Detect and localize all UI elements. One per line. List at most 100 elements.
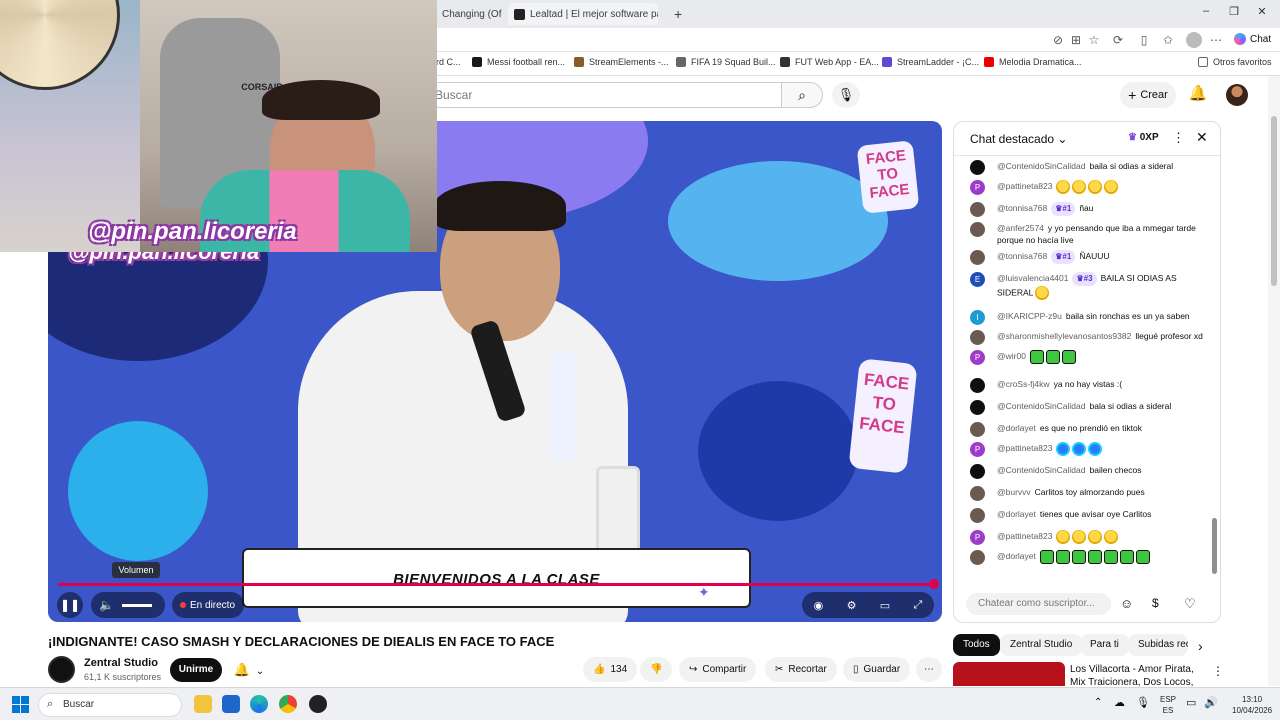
chat-avatar[interactable] bbox=[970, 550, 985, 565]
autoplay-toggle-icon[interactable]: ◉ bbox=[814, 599, 824, 612]
chat-input[interactable]: Chatear como suscriptor... bbox=[966, 593, 1111, 615]
chat-message[interactable]: @ContenidoSinCalidad baila si odias a sid… bbox=[970, 160, 1206, 175]
chat-message[interactable]: @croSs-fj4kw ya no hay vistas :( bbox=[970, 378, 1206, 393]
other-bookmarks[interactable]: Otros favoritos bbox=[1198, 57, 1272, 67]
chip-for-you[interactable]: Para ti bbox=[1080, 634, 1129, 656]
bookmark-item[interactable]: FIFA 19 Squad Buil... bbox=[676, 57, 776, 67]
chevron-right-icon[interactable]: › bbox=[1198, 638, 1203, 654]
browser-tab[interactable]: Changing (Of bbox=[436, 3, 508, 25]
bookmark-item[interactable]: Melodia Dramatica... bbox=[984, 57, 1082, 67]
chat-username[interactable]: @pattineta823 bbox=[997, 531, 1052, 541]
recommended-thumbnail[interactable] bbox=[953, 662, 1065, 686]
chat-message[interactable]: @anfer2574 y yo pensando que iba a mmegar… bbox=[970, 222, 1206, 246]
super-chat-icon[interactable]: $ bbox=[1152, 596, 1159, 610]
like-button[interactable]: 👍 134 bbox=[583, 657, 638, 682]
chat-username[interactable]: @IKARICPP-z9u bbox=[997, 311, 1062, 321]
share-button[interactable]: ↪ Compartir bbox=[679, 657, 757, 682]
chat-message[interactable]: @burvvv Carlitos toy almorzando pues bbox=[970, 486, 1206, 501]
bookmark-item[interactable]: StreamElements -... bbox=[574, 57, 669, 67]
notifications-bell-icon[interactable]: 🔔 bbox=[1188, 84, 1208, 104]
save-button[interactable]: ▯ Guardar bbox=[843, 657, 911, 682]
chip-channel[interactable]: Zentral Studio bbox=[1000, 634, 1083, 656]
emoji-icon[interactable]: ☺ bbox=[1120, 596, 1133, 611]
language-indicator[interactable]: ESP ES bbox=[1160, 694, 1176, 716]
join-button[interactable]: Unirme bbox=[170, 658, 222, 682]
chat-avatar[interactable]: P bbox=[970, 350, 985, 365]
chat-scrollbar[interactable] bbox=[1212, 518, 1217, 574]
volume-slider[interactable] bbox=[121, 603, 152, 607]
store-icon[interactable] bbox=[222, 695, 240, 713]
chat-message[interactable]: @sharonmishellylevanosantos9382 llegué pr… bbox=[970, 330, 1206, 345]
chat-mode-dropdown[interactable]: Chat destacado ⌄ bbox=[970, 132, 1067, 146]
chat-username[interactable]: @sharonmishellylevanosantos9382 bbox=[997, 331, 1131, 341]
fullscreen-icon[interactable]: ⤢ bbox=[913, 599, 922, 612]
chat-avatar[interactable] bbox=[970, 486, 985, 501]
chat-message[interactable]: P @pattineta823 bbox=[970, 180, 1206, 195]
chat-message[interactable]: E @luisvalencia4401 ♛#3 BAILA SI ODIAS AS S… bbox=[970, 272, 1206, 300]
bookmark-item[interactable]: Messi football ren... bbox=[472, 57, 565, 67]
chat-username[interactable]: @burvvv bbox=[997, 487, 1031, 497]
file-explorer-icon[interactable] bbox=[194, 695, 212, 713]
collections-icon[interactable]: ✩ bbox=[1160, 32, 1176, 48]
close-chat-icon[interactable]: ✕ bbox=[1196, 129, 1208, 146]
points-badge[interactable]: ♛ 0XP bbox=[1128, 132, 1159, 143]
chat-message[interactable]: @tonnisa768 ♛#1 ñau bbox=[970, 202, 1206, 217]
extensions-icon[interactable]: ⟳ bbox=[1110, 32, 1126, 48]
settings-gear-icon[interactable]: ⚙ bbox=[847, 599, 857, 612]
mic-tray-icon[interactable]: 🎙 bbox=[1136, 696, 1150, 709]
bookmark-item[interactable]: FUT Web App - EA... bbox=[780, 57, 879, 67]
recommended-title[interactable]: Los Villacorta - Amor Pirata, Mix Traici… bbox=[1070, 663, 1205, 687]
chat-username[interactable]: @dorlayet bbox=[997, 551, 1036, 561]
channel-avatar[interactable] bbox=[48, 656, 75, 683]
chat-avatar[interactable] bbox=[970, 330, 985, 345]
speaker-icon[interactable]: 🔊 bbox=[1204, 696, 1218, 709]
chip-recent[interactable]: Subidas rec bbox=[1128, 634, 1188, 656]
taskbar-search[interactable]: ⌕ Buscar bbox=[38, 693, 182, 717]
chat-more-icon[interactable]: ⋮ bbox=[1172, 130, 1185, 146]
dislike-button[interactable]: 👎 bbox=[640, 657, 673, 682]
more-actions-button[interactable]: ⋯ bbox=[916, 657, 942, 682]
chat-message[interactable]: @ContenidoSinCalidad bailen checos bbox=[970, 464, 1206, 479]
new-tab-button[interactable]: + bbox=[668, 3, 688, 25]
chrome-icon[interactable] bbox=[279, 695, 297, 713]
recommended-more-icon[interactable]: ⋮ bbox=[1212, 664, 1224, 678]
chat-username[interactable]: @anfer2574 bbox=[997, 223, 1044, 233]
chat-avatar[interactable] bbox=[970, 250, 985, 265]
chat-username[interactable]: @luisvalencia4401 bbox=[997, 273, 1068, 283]
restore-icon[interactable]: ❐ bbox=[1224, 5, 1244, 21]
close-window-icon[interactable]: ✕ bbox=[1252, 5, 1272, 21]
chat-message[interactable]: @tonnisa768 ♛#1 ÑAUUU bbox=[970, 250, 1206, 265]
chat-message[interactable]: P @pattineta823 bbox=[970, 530, 1206, 545]
chat-message[interactable]: P @pattineta823 bbox=[970, 442, 1206, 457]
bookmark-item[interactable]: rd C... bbox=[436, 57, 461, 67]
page-scroll-thumb[interactable] bbox=[1271, 116, 1277, 286]
chat-avatar[interactable]: I bbox=[970, 310, 985, 325]
chat-message[interactable]: P @wir00 bbox=[970, 350, 1206, 365]
chat-message[interactable]: @dorlayet tienes que avisar oye Carlitos bbox=[970, 508, 1206, 523]
clip-button[interactable]: ✂ Recortar bbox=[765, 657, 837, 682]
browser-tab-active[interactable]: Lealtad | El mejor software para po bbox=[508, 3, 658, 25]
chat-avatar[interactable]: E bbox=[970, 272, 985, 287]
chat-username[interactable]: @ContenidoSinCalidad bbox=[997, 161, 1086, 171]
chat-avatar[interactable]: P bbox=[970, 180, 985, 195]
chat-avatar[interactable] bbox=[970, 422, 985, 437]
chat-message[interactable]: @dorlayet es que no prendió en tiktok bbox=[970, 422, 1206, 437]
chat-username[interactable]: @ContenidoSinCalidad bbox=[997, 465, 1086, 475]
display-icon[interactable]: ▭ bbox=[1186, 696, 1196, 709]
split-screen-icon[interactable]: ▯ bbox=[1136, 32, 1152, 48]
chat-avatar[interactable] bbox=[970, 508, 985, 523]
chat-username[interactable]: @croSs-fj4kw bbox=[997, 379, 1050, 389]
progress-scrubber[interactable] bbox=[929, 579, 939, 589]
chat-username[interactable]: @tonnisa768 bbox=[997, 203, 1047, 213]
start-windows-icon[interactable] bbox=[12, 696, 29, 713]
pause-button[interactable]: ❚❚ bbox=[57, 592, 83, 618]
chat-username[interactable]: @ContenidoSinCalidad bbox=[997, 401, 1086, 411]
bookmark-item[interactable]: StreamLadder - ¡C... bbox=[882, 57, 979, 67]
voice-search-button[interactable]: 🎙 bbox=[832, 82, 860, 108]
channel-name[interactable]: Zentral Studio bbox=[84, 657, 158, 669]
chat-username[interactable]: @pattineta823 bbox=[997, 181, 1052, 191]
chat-avatar[interactable] bbox=[970, 400, 985, 415]
more-menu-icon[interactable]: ⋯ bbox=[1208, 32, 1224, 48]
network-icon[interactable]: ☁ bbox=[1114, 696, 1125, 709]
taskbar-clock[interactable]: 13:10 10/04/2026 bbox=[1232, 694, 1272, 716]
